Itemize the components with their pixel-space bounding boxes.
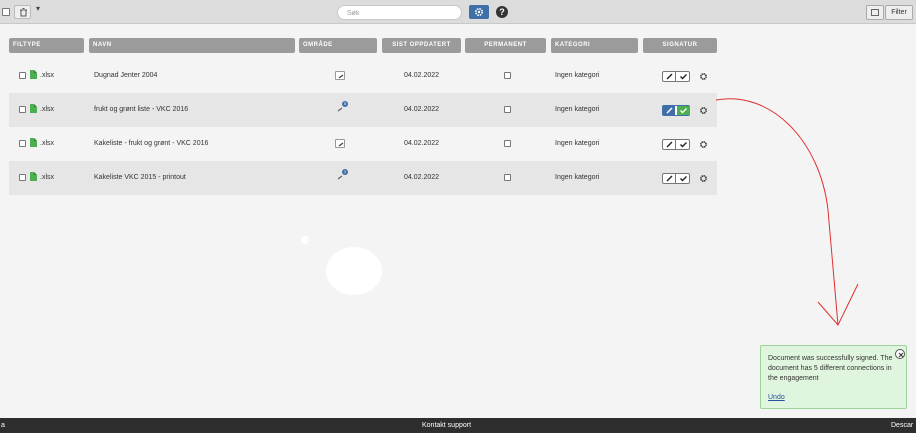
filter-button[interactable]: Filter [885,5,913,20]
file-name-link[interactable]: Kakeliste VKC 2015 - printout [94,161,186,195]
category-label: Ingen kategori [555,72,600,79]
file-name-link[interactable]: Kakeliste - frukt og grønt - VKC 2016 [94,127,208,161]
signature-control[interactable] [662,71,690,82]
area-count-badge: 1 [342,169,348,175]
column-header-permanent[interactable]: PERMANENT [465,38,546,53]
column-header-filetype[interactable]: FILTYPE [9,38,84,53]
permanent-checkbox[interactable] [504,140,511,147]
decorative-dot [301,236,309,244]
bulk-actions-caret[interactable]: ▾ [36,4,40,13]
excel-file-icon [30,70,37,79]
permanent-checkbox[interactable] [504,174,511,181]
search-box [337,5,462,20]
gear-icon[interactable] [699,140,708,149]
square-icon [871,9,879,16]
column-header-name[interactable]: NAVN [89,38,295,53]
table-row[interactable]: .xlsx Dugnad Jenter 2004 04.02.2022 Inge… [9,59,717,93]
footer-bar: a Kontakt support Descar [0,418,916,433]
row-checkbox[interactable] [19,72,26,79]
select-all-checkbox[interactable] [2,8,10,16]
gear-icon[interactable] [699,174,708,183]
column-header-category[interactable]: KATEGORI [551,38,638,53]
area-link-icon[interactable] [335,139,345,148]
pencil-icon[interactable] [663,174,676,183]
category-label: Ingen kategori [555,106,600,113]
file-extension: .xlsx [40,174,54,181]
row-checkbox[interactable] [19,106,26,113]
area-count-badge: 5 [342,101,348,107]
checkmark-icon[interactable] [677,174,690,183]
gear-icon [475,7,484,17]
column-header-last-updated[interactable]: SIST OPPDATERT [382,38,461,53]
search-input[interactable] [347,8,457,18]
file-extension: .xlsx [40,140,54,147]
trash-icon [20,8,27,17]
toast-message: Document was successfully signed. The do… [768,355,893,382]
table-row[interactable]: .xlsx Kakeliste VKC 2015 - printout 1 04… [9,161,717,195]
category-label: Ingen kategori [555,174,600,181]
excel-file-icon [30,172,37,181]
footer-right-text: Descar [891,422,914,429]
column-header-area[interactable]: OMRÅDE [299,38,377,53]
table-row[interactable]: .xlsx Kakeliste - frukt og grønt - VKC 2… [9,127,717,161]
file-extension: .xlsx [40,72,54,79]
permanent-checkbox[interactable] [504,72,511,79]
pencil-icon[interactable] [663,106,676,115]
checkmark-icon[interactable] [677,72,690,81]
row-checkbox[interactable] [19,140,26,147]
file-name-link[interactable]: frukt og grønt liste - VKC 2016 [94,93,188,127]
last-updated-date: 04.02.2022 [404,106,440,113]
excel-file-icon [30,138,37,147]
decorative-blob [326,247,382,295]
view-toggle-button[interactable] [866,5,884,20]
signature-control[interactable] [662,173,690,184]
pencil-icon[interactable] [663,140,676,149]
file-extension: .xlsx [40,106,54,113]
pencil-icon[interactable] [663,72,676,81]
category-label: Ingen kategori [555,140,600,147]
top-toolbar: ▾ ? Filter [0,0,916,24]
permanent-checkbox[interactable] [504,106,511,113]
file-name-link[interactable]: Dugnad Jenter 2004 [94,59,157,93]
excel-file-icon [30,104,37,113]
row-checkbox[interactable] [19,174,26,181]
signature-control[interactable] [662,139,690,150]
settings-button[interactable] [469,5,489,19]
gear-icon[interactable] [699,106,708,115]
column-header-signature[interactable]: SIGNATUR [643,38,717,53]
last-updated-date: 04.02.2022 [404,140,440,147]
delete-button[interactable] [14,5,31,19]
table-row[interactable]: .xlsx frukt og grønt liste - VKC 2016 5 … [9,93,717,127]
area-link-icon[interactable] [335,71,345,80]
close-icon[interactable] [895,349,905,359]
contact-support-link[interactable]: Kontakt support [422,418,471,433]
success-toast: Document was successfully signed. The do… [760,345,907,409]
undo-link[interactable]: Undo [768,394,785,401]
gear-icon[interactable] [699,72,708,81]
last-updated-date: 04.02.2022 [404,174,440,181]
checkmark-icon[interactable] [677,140,690,149]
checkmark-icon[interactable] [677,106,690,115]
signature-control[interactable] [662,105,690,116]
footer-left-text: a [1,422,5,429]
last-updated-date: 04.02.2022 [404,72,440,79]
help-button[interactable]: ? [496,6,508,18]
